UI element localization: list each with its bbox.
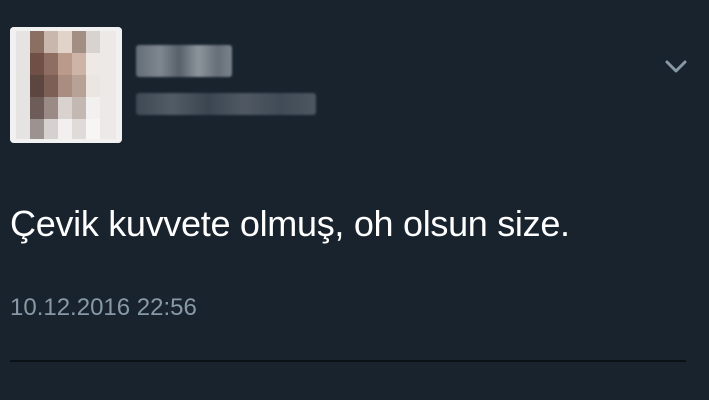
- display-name-redacted[interactable]: [136, 45, 232, 77]
- avatar-blurred-image: [10, 27, 122, 143]
- tweet-timestamp[interactable]: 10.12.2016 22:56: [10, 293, 197, 323]
- chevron-down-icon[interactable]: [662, 55, 690, 79]
- tweet-card: Çevik kuvvete olmuş, oh olsun size. 10.1…: [0, 0, 709, 400]
- username-redacted[interactable]: [136, 93, 316, 115]
- divider: [10, 360, 686, 362]
- tweet-text: Çevik kuvvete olmuş, oh olsun size.: [10, 203, 570, 244]
- avatar[interactable]: [10, 27, 122, 143]
